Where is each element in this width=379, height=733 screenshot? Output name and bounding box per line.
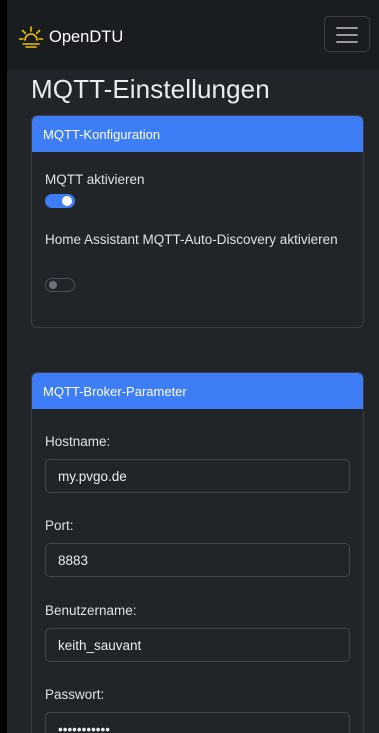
- hamburger-menu-icon: [336, 34, 358, 36]
- mqtt-broker-card: MQTT-Broker-Parameter Hostname: my.pvgo.…: [31, 372, 364, 733]
- hamburger-menu-icon: [336, 27, 358, 29]
- mqtt-enable-label: MQTT aktivieren: [45, 172, 145, 187]
- page-title: MQTT-Einstellungen: [31, 74, 270, 104]
- port-input[interactable]: 8883: [45, 543, 350, 577]
- port-label: Port:: [45, 518, 74, 533]
- navbar: OpenDTU: [7, 0, 379, 70]
- username-label: Benutzername:: [45, 603, 137, 618]
- mqtt-broker-header: MQTT-Broker-Parameter: [32, 373, 363, 409]
- mqtt-enable-switch[interactable]: [45, 194, 75, 208]
- username-input[interactable]: keith_sauvant: [45, 628, 350, 662]
- navbar-toggle-button[interactable]: [324, 16, 370, 52]
- mqtt-config-header: MQTT-Konfiguration: [32, 116, 363, 152]
- hass-discovery-switch[interactable]: [45, 278, 75, 292]
- hass-discovery-label: Home Assistant MQTT-Auto-Discovery aktiv…: [45, 232, 338, 247]
- mqtt-config-card: MQTT-Konfiguration MQTT aktivieren Home …: [31, 115, 364, 328]
- password-input[interactable]: •••••••••••: [45, 712, 350, 733]
- hostname-label: Hostname:: [45, 434, 111, 449]
- hostname-input[interactable]: my.pvgo.de: [45, 459, 350, 493]
- brand-title: OpenDTU: [49, 27, 124, 46]
- navbar-brand[interactable]: OpenDTU: [18, 22, 123, 52]
- hamburger-menu-icon: [336, 41, 358, 43]
- password-label: Passwort:: [45, 687, 105, 702]
- left-edge-strip: [0, 0, 7, 733]
- sun-icon: [18, 26, 44, 48]
